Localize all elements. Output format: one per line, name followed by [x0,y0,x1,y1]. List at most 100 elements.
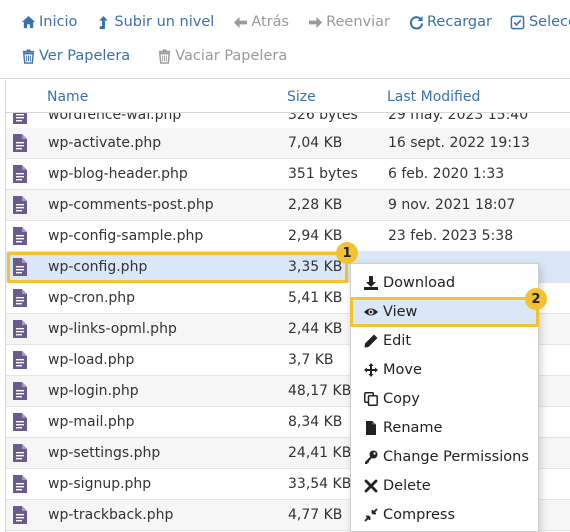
file-size: 2,44 KB [288,321,343,337]
key-icon [363,449,379,465]
menu-item-edit[interactable]: Edit [351,326,538,355]
file-icon [13,165,27,183]
select-all-button[interactable]: Seleccio [510,14,570,30]
file-icon [13,227,27,245]
file-name: wp-signup.php [48,476,152,492]
menu-item-move[interactable]: Move [351,355,538,384]
file-size: 33,54 KB [288,476,352,492]
menu-item-compress[interactable]: Compress [351,500,538,529]
forward-label: Reenviar [326,14,390,30]
home-label: Inicio [39,14,78,30]
step-badge-2: 2 [525,288,547,310]
file-icon [13,196,27,214]
menu-item-change-permissions[interactable]: Change Permissions [351,442,538,471]
close-icon [363,478,379,494]
file-name: wp-login.php [48,383,139,399]
file-size: 2,28 KB [288,197,343,213]
file-name: wp-links-opml.php [48,321,177,337]
empty-trash-label: Vaciar Papelera [175,48,288,64]
select-all-label: Seleccio [528,14,570,30]
highlight-selected-row [7,252,348,283]
file-size: 8,34 KB [288,414,343,430]
pencil-icon [363,333,379,349]
file-size: 2,94 KB [288,228,343,244]
file-icon [13,351,27,369]
menu-item-label: Move [383,361,422,378]
refresh-icon [408,14,424,30]
file-name: wp-activate.php [48,135,162,151]
file-icon [13,134,27,152]
move-icon [363,362,379,378]
file-modified: 23 feb. 2023 5:38 [388,228,514,244]
table-header: Name Size Last Modified [6,80,570,113]
copy-icon [363,391,379,407]
file-size: 4,77 KB [288,507,343,523]
file-icon [13,475,27,493]
table-row[interactable]: wp-blog-header.php 351 bytes 6 feb. 2020… [6,159,570,190]
up-level-button[interactable]: Subir un nivel [95,14,214,30]
compress-icon [363,507,379,523]
file-modified: 9 nov. 2021 18:07 [388,197,516,213]
menu-item-label: Delete [383,477,431,494]
file-icon [13,506,27,524]
file-name: wp-mail.php [48,414,135,430]
menu-item-label: Rename [383,419,443,436]
file-modified: 6 feb. 2020 1:33 [388,166,505,182]
menu-item-delete[interactable]: Delete [351,471,538,500]
reload-label: Recargar [427,14,492,30]
file-size: 7,04 KB [288,135,343,151]
file-icon [13,413,27,431]
back-button[interactable]: Atrás [232,14,289,30]
view-trash-label: Ver Papelera [39,48,131,64]
file-name: wp-cron.php [48,290,136,306]
menu-item-rename[interactable]: Rename [351,413,538,442]
trash-icon [156,48,172,64]
reload-button[interactable]: Recargar [408,14,492,30]
file-icon [13,444,27,462]
table-row[interactable]: wp-config-sample.php 2,94 KB 23 feb. 202… [6,221,570,252]
column-header-name[interactable]: Name [47,89,88,105]
menu-item-label: Compress [383,506,455,523]
table-row[interactable]: wp-comments-post.php 2,28 KB 9 nov. 2021… [6,190,570,221]
toolbar-row-1: Inicio Subir un nivel Atrás Reenviar Rec… [20,11,570,33]
forward-button[interactable]: Reenviar [307,14,390,30]
file-modified: 16 sept. 2022 19:13 [388,135,530,151]
file-icon [13,320,27,338]
view-trash-button[interactable]: Ver Papelera [20,48,130,64]
menu-item-label: Download [383,274,456,291]
file-icon [363,420,379,436]
step-badge-1: 1 [336,242,358,264]
table-row[interactable]: wp-activate.php 7,04 KB 16 sept. 2022 19… [6,128,570,159]
highlight-view-item [350,297,539,327]
empty-trash-button[interactable]: Vaciar Papelera [156,48,287,64]
menu-item-copy[interactable]: Copy [351,384,538,413]
menu-item-label: Change Permissions [383,448,529,465]
file-manager-toolbar: Inicio Subir un nivel Atrás Reenviar Rec… [0,0,570,79]
file-name: wp-blog-header.php [48,166,188,182]
level-up-icon [95,14,111,30]
back-label: Atrás [251,14,290,30]
column-header-size[interactable]: Size [287,89,316,105]
file-size: 24,41 KB [288,445,352,461]
menu-item-download[interactable]: Download [351,268,538,297]
trash-icon [20,48,36,64]
menu-item-label: Copy [383,390,420,407]
download-icon [363,275,379,291]
file-icon [13,382,27,400]
file-icon [13,289,27,307]
file-name: wp-config-sample.php [48,228,204,244]
column-header-last-modified[interactable]: Last Modified [387,89,480,105]
up-level-label: Subir un nivel [114,14,215,30]
file-name: wp-load.php [48,352,135,368]
arrow-right-icon [307,14,323,30]
file-name: wp-settings.php [48,445,161,461]
home-button[interactable]: Inicio [20,14,77,30]
toolbar-row-2: Ver Papelera Vaciar Papelera [20,45,287,67]
arrow-left-icon [232,14,248,30]
file-size: 3,7 KB [288,352,334,368]
checkbox-icon [510,14,526,30]
file-size: 351 bytes [288,166,358,182]
file-name: wp-trackback.php [48,507,174,523]
home-icon [20,14,36,30]
menu-item-label: Edit [383,332,412,349]
